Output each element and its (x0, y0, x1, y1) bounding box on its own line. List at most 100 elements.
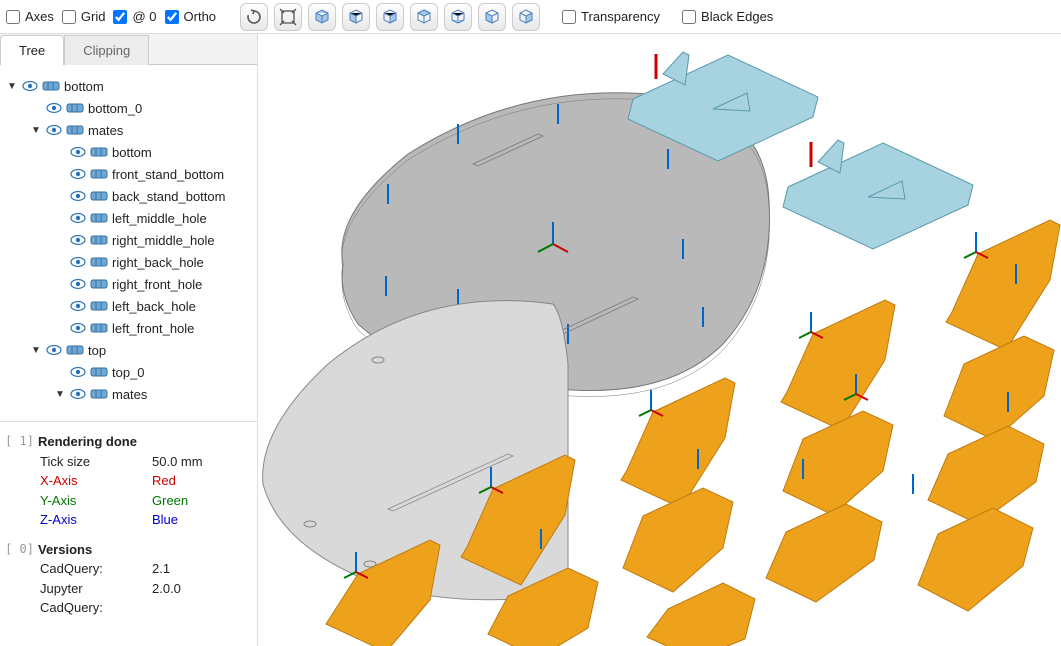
info-entry: [ 0]VersionsCadQuery:2.1Jupyter CadQuery… (4, 540, 247, 618)
tree-row[interactable]: ▼ mates (6, 119, 251, 141)
tree-row[interactable]: ▼ mates (6, 383, 251, 405)
tree-label: mates (112, 387, 147, 402)
at0-checkbox-input[interactable] (113, 10, 127, 24)
visibility-eye-icon[interactable] (70, 234, 86, 246)
tree-label: right_back_hole (112, 255, 204, 270)
visibility-eye-icon[interactable] (70, 278, 86, 290)
tree-row[interactable]: back_stand_bottom (6, 185, 251, 207)
visibility-eye-icon[interactable] (70, 168, 86, 180)
viewport-3d[interactable] (258, 34, 1061, 646)
tree-row[interactable]: bottom_0 (6, 97, 251, 119)
blackedges-checkbox-input[interactable] (682, 10, 696, 24)
expand-icon[interactable]: ▼ (6, 81, 18, 92)
info-value: Blue (152, 510, 178, 530)
right-view-button[interactable] (512, 3, 540, 31)
info-key: X-Axis (40, 471, 146, 491)
tree-label: left_back_hole (112, 299, 196, 314)
tree-row[interactable]: left_back_hole (6, 295, 251, 317)
info-key: CadQuery: (40, 559, 146, 579)
tree-row[interactable]: top_0 (6, 361, 251, 383)
toolbar: Axes Grid @ 0 Ortho Transparenc (0, 0, 1061, 34)
tabs: Tree Clipping (0, 34, 257, 65)
tree-row[interactable]: ▼ bottom (6, 75, 251, 97)
tree-row[interactable]: bottom (6, 141, 251, 163)
tree-row[interactable]: left_middle_hole (6, 207, 251, 229)
ortho-checkbox-input[interactable] (165, 10, 179, 24)
visibility-eye-icon[interactable] (70, 366, 86, 378)
axes-checkbox[interactable]: Axes (6, 9, 54, 24)
front-view-button[interactable] (342, 3, 370, 31)
tree-row[interactable]: left_front_hole (6, 317, 251, 339)
blackedges-label: Black Edges (701, 9, 773, 24)
visibility-eye-icon[interactable] (22, 80, 38, 92)
visibility-eye-icon[interactable] (70, 190, 86, 202)
tree-row[interactable]: right_front_hole (6, 273, 251, 295)
visibility-eye-icon[interactable] (70, 300, 86, 312)
info-title: Versions (38, 540, 92, 560)
tab-clipping[interactable]: Clipping (64, 35, 149, 65)
info-key: Y-Axis (40, 491, 146, 511)
node-type-icon (90, 146, 108, 158)
tree-label: front_stand_bottom (112, 167, 224, 182)
tree-label: bottom (112, 145, 152, 160)
scene-icon (258, 34, 1061, 646)
grid-label: Grid (81, 9, 106, 24)
tree-label: top (88, 343, 106, 358)
tab-tree[interactable]: Tree (0, 35, 64, 65)
transparency-checkbox[interactable]: Transparency (562, 9, 660, 24)
visibility-eye-icon[interactable] (70, 212, 86, 224)
visibility-eye-icon[interactable] (46, 102, 62, 114)
tree-panel: ▼ bottom bottom_0 ▼ mates bottom front_stand_b… (0, 65, 257, 422)
expand-icon[interactable]: ▼ (30, 125, 42, 136)
node-type-icon (90, 168, 108, 180)
tree-label: bottom (64, 79, 104, 94)
fit-view-button[interactable] (274, 3, 302, 31)
info-value: 2.0.0 (152, 579, 181, 618)
grid-checkbox-input[interactable] (62, 10, 76, 24)
node-type-icon (90, 278, 108, 290)
visibility-eye-icon[interactable] (70, 322, 86, 334)
expand-icon[interactable]: ▼ (54, 389, 66, 400)
info-panel: [ 1]Rendering doneTick size50.0 mmX-Axis… (0, 422, 257, 646)
visibility-eye-icon[interactable] (70, 146, 86, 158)
tree-row[interactable]: front_stand_bottom (6, 163, 251, 185)
visibility-eye-icon[interactable] (46, 344, 62, 356)
info-index: [ 1] (4, 432, 34, 452)
tree-label: top_0 (112, 365, 145, 380)
visibility-eye-icon[interactable] (46, 124, 62, 136)
node-type-icon (90, 300, 108, 312)
axes-label: Axes (25, 9, 54, 24)
grid-checkbox[interactable]: Grid (62, 9, 106, 24)
tree-label: right_middle_hole (112, 233, 215, 248)
info-value: 50.0 mm (152, 452, 203, 472)
node-type-icon (90, 322, 108, 334)
transparency-checkbox-input[interactable] (562, 10, 576, 24)
node-type-icon (90, 256, 108, 268)
left-view-button[interactable] (478, 3, 506, 31)
tree-label: mates (88, 123, 123, 138)
tree-row[interactable]: right_back_hole (6, 251, 251, 273)
sidebar: Tree Clipping ▼ bottom bottom_0 ▼ mates botto… (0, 34, 258, 646)
node-type-icon (66, 102, 84, 114)
tree-row[interactable]: right_middle_hole (6, 229, 251, 251)
bottom-view-button[interactable] (444, 3, 472, 31)
blackedges-checkbox[interactable]: Black Edges (682, 9, 773, 24)
visibility-eye-icon[interactable] (70, 256, 86, 268)
visibility-eye-icon[interactable] (70, 388, 86, 400)
transparency-label: Transparency (581, 9, 660, 24)
axes-checkbox-input[interactable] (6, 10, 20, 24)
iso-view-button[interactable] (308, 3, 336, 31)
info-key: Z-Axis (40, 510, 146, 530)
ortho-checkbox[interactable]: Ortho (165, 9, 217, 24)
top-view-button[interactable] (410, 3, 438, 31)
node-type-icon (66, 124, 84, 136)
node-type-icon (42, 80, 60, 92)
at0-checkbox[interactable]: @ 0 (113, 9, 156, 24)
tree-row[interactable]: ▼ top (6, 339, 251, 361)
tree-label: left_middle_hole (112, 211, 207, 226)
node-type-icon (90, 366, 108, 378)
reset-view-button[interactable] (240, 3, 268, 31)
ortho-label: Ortho (184, 9, 217, 24)
expand-icon[interactable]: ▼ (30, 345, 42, 356)
back-view-button[interactable] (376, 3, 404, 31)
